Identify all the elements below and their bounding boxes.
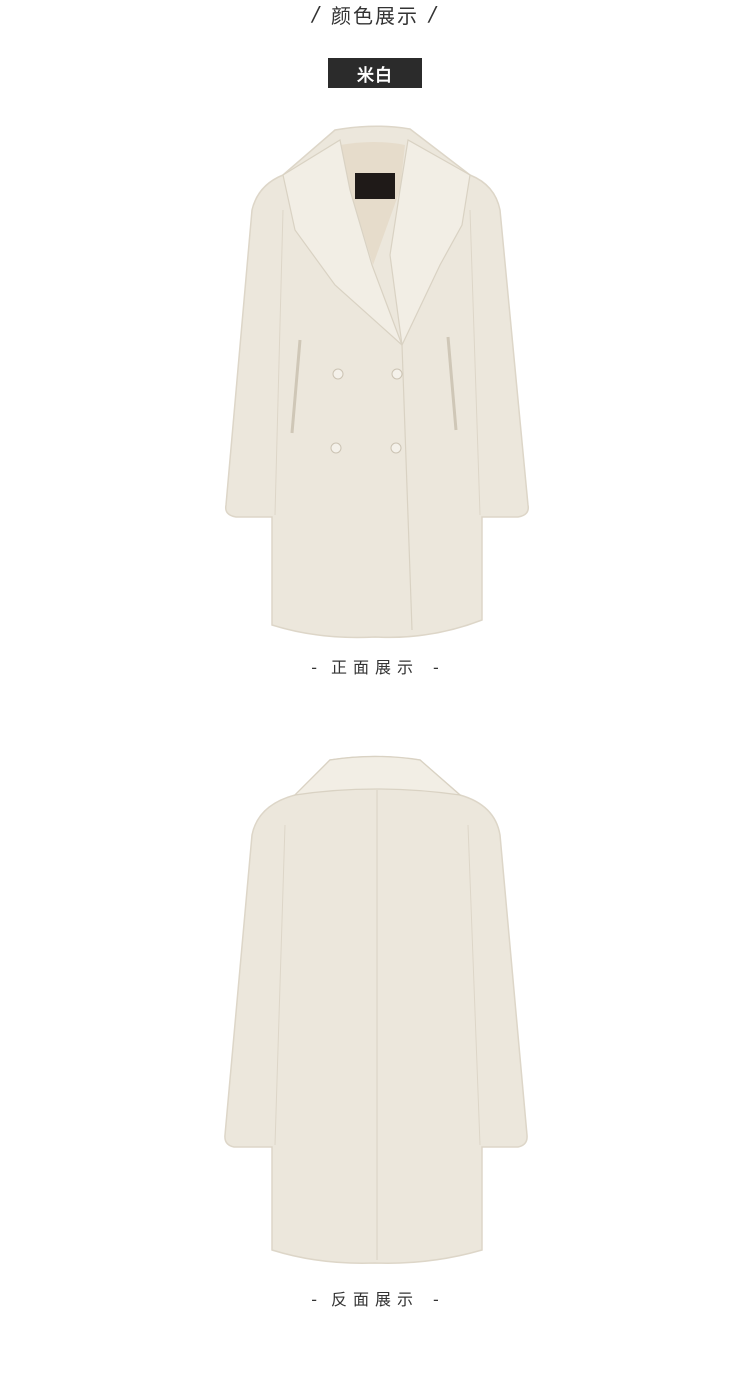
back-caption-dash-left: - (311, 1290, 317, 1309)
section-title: / 颜色展示 / (0, 0, 750, 28)
coat-front-image (0, 115, 750, 645)
front-caption-dash-right: - (433, 658, 439, 677)
front-caption: - 正面展示 - (0, 654, 750, 678)
coat-back-illustration (224, 755, 528, 1264)
back-caption-text: 反面展示 (330, 1290, 419, 1309)
front-caption-dash-left: - (311, 658, 317, 677)
coat-back-image (0, 745, 750, 1270)
title-slash-left: / (312, 2, 321, 26)
front-caption-text: 正面展示 (330, 658, 419, 677)
coat-front-illustration (224, 125, 530, 639)
back-caption-dash-right: - (433, 1290, 439, 1309)
color-badge: 米白 (328, 58, 422, 88)
section-title-text: 颜色展示 (331, 3, 419, 28)
back-caption: - 反面展示 - (0, 1286, 750, 1310)
title-slash-right: / (429, 2, 438, 26)
